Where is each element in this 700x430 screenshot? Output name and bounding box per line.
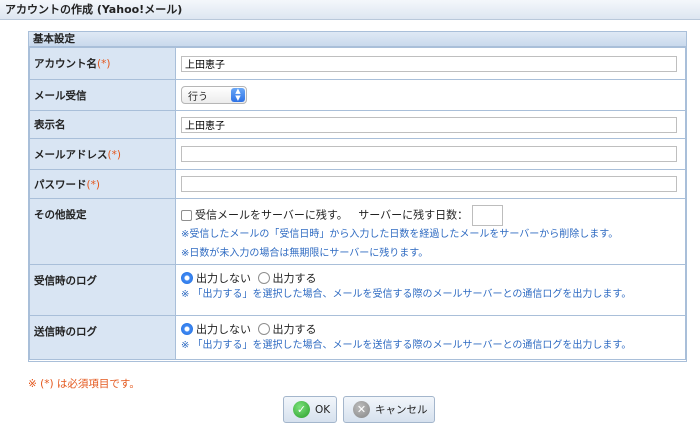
check-circle-icon: ✓ [293,401,310,418]
leave-on-server-row: 受信メールをサーバーに残す。 サーバーに残す日数： [181,205,685,226]
row-other-settings: その他設定 受信メールをサーバーに残す。 サーバーに残す日数： ※受信したメール… [29,198,686,265]
row-password: パスワード(*) [29,169,686,199]
delete-note: ※受信したメールの「受信日時」から入力した日数を経過したメールをサーバーから削除… [181,229,619,240]
send-log-on-label: 出力する [272,323,317,336]
cancel-button-label: キャンセル [375,404,428,416]
row-email: メールアドレス(*) [29,138,686,170]
row-send-log: 送信時のログ 出力しない 出力する ※ 「出力する」を選択した場合、メールを送信… [29,315,686,360]
receive-log-off-label: 出力しない [196,272,251,285]
other-settings-label: その他設定 [34,209,87,221]
account-name-input[interactable] [181,55,677,72]
receive-log-off-radio[interactable] [181,272,193,284]
send-log-on-radio[interactable] [257,323,270,335]
cancel-button[interactable]: ✕ キャンセル [343,396,435,423]
unlimited-note: ※日数が未入力の場合は無期限にサーバーに残ります。 [181,248,429,259]
email-input[interactable] [181,146,677,162]
account-name-label: アカウント名 [34,58,97,70]
label-cell: アカウント名(*) [29,47,176,80]
up-down-arrows-icon: ▲ ▼ [231,88,245,102]
basic-settings-panel: 基本設定 アカウント名(*) メール受信 行う ▲▼ 表示名 [28,31,687,362]
leave-on-server-checkbox[interactable] [181,209,192,221]
days-input[interactable] [472,205,504,226]
email-label: メールアドレス [34,148,108,161]
required-mark: (*) [86,178,100,191]
required-mark: (*) [97,58,111,70]
row-receive-log: 受信時のログ 出力しない 出力する ※ 「出力する」を選択した場合、メールを受信… [29,264,686,316]
leave-on-server-label: 受信メールをサーバーに残す。 [195,208,348,222]
display-name-input[interactable] [181,116,677,133]
password-label: パスワード [34,178,87,191]
mail-receive-select[interactable]: 行う ▲ ▼ [181,86,247,104]
receive-log-on-radio[interactable] [257,272,270,284]
required-mark: (*) [107,148,121,161]
days-label: サーバーに残す日数： [358,208,469,222]
receive-log-on-label: 出力する [272,272,317,285]
password-input[interactable] [181,176,677,192]
window-title: アカウントの作成 (Yahoo!メール) [0,0,700,20]
row-display-name: 表示名 [29,110,686,139]
ok-button-label: OK [315,403,331,416]
x-circle-icon: ✕ [353,401,370,418]
receive-log-note: ※ 「出力する」を選択した場合、メールを受信する際のメールサーバーとの通信ログを… [181,289,632,300]
required-fields-note: ※ (*) は必須項目です。 [28,378,140,390]
row-mail-receive: メール受信 行う ▲ ▼ [29,79,686,111]
mail-receive-value: 行う [188,91,208,103]
ok-button[interactable]: ✓ OK [283,396,337,423]
receive-log-label: 受信時のログ [34,275,97,287]
send-log-off-radio[interactable] [181,323,193,335]
settings-form: アカウント名(*) メール受信 行う ▲▼ 表示名 メールアドレス(*) [29,47,686,360]
display-name-label: 表示名 [34,119,66,131]
send-log-label: 送信時のログ [34,326,97,338]
panel-title: 基本設定 [29,32,686,47]
mail-receive-label: メール受信 [34,89,87,102]
send-log-off-label: 出力しない [196,323,251,336]
row-account-name: アカウント名(*) [29,47,686,80]
send-log-note: ※ 「出力する」を選択した場合、メールを送信する際のメールサーバーとの通信ログを… [181,340,632,351]
